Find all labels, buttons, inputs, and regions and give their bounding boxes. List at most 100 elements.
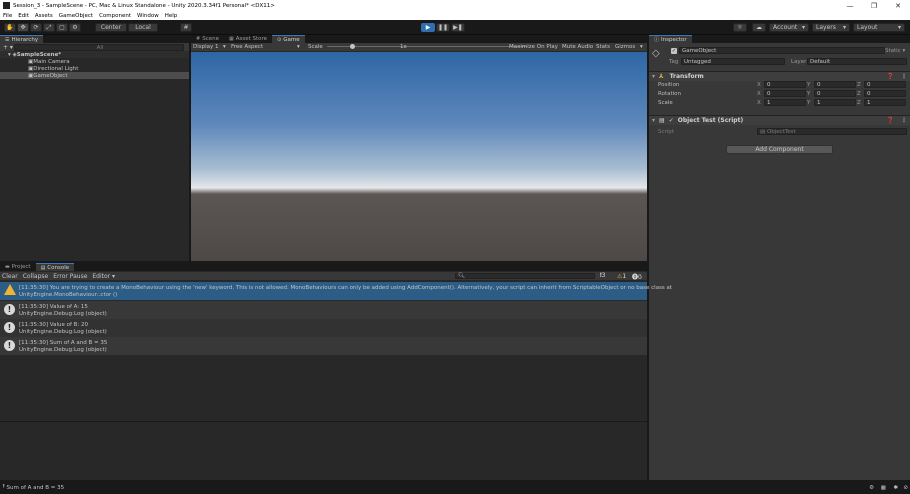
transform-position-z-field[interactable]: 0 xyxy=(864,81,906,88)
move-tool-icon[interactable]: ✥ xyxy=(17,23,29,32)
progress-icon[interactable]: ⚙ xyxy=(869,485,874,491)
transform-rotation-y-field[interactable]: 0 xyxy=(814,90,856,97)
hierarchy-item-label: Directional Light xyxy=(33,65,79,72)
menu-file[interactable]: File xyxy=(3,13,12,19)
scale-tool-icon[interactable]: ⤢ xyxy=(43,23,55,32)
display-dropdown[interactable]: Display 1 xyxy=(193,44,219,50)
transform-position-x-field[interactable]: 0 xyxy=(764,81,806,88)
tag-dropdown[interactable]: Untagged xyxy=(681,58,785,65)
tab-console[interactable]: ▤ Console xyxy=(35,263,75,271)
console-clear-button[interactable]: Clear xyxy=(2,273,18,280)
cache-icon[interactable]: ▦ xyxy=(881,485,886,491)
script-component-header[interactable]: ▾ ▤ ✓ Object Test (Script) ❓ ⋮ xyxy=(649,115,910,125)
layers-dropdown[interactable]: Layers xyxy=(812,23,850,32)
tab-game[interactable]: ⊙ Game xyxy=(272,35,305,43)
console-message-warning[interactable]: [11:35:30] You are trying to create a Mo… xyxy=(0,282,672,300)
gamepad-icon: ⊙ xyxy=(277,36,282,43)
console-message-line1: [11:35:30] Value of B: 20 xyxy=(19,322,89,328)
console-detail-divider[interactable] xyxy=(0,421,647,422)
menu-help[interactable]: Help xyxy=(165,13,178,19)
info-count-icon[interactable]: ❗︎3 xyxy=(600,272,605,280)
play-button[interactable]: ▶ xyxy=(421,23,435,32)
mute-audio-toggle[interactable]: Mute Audio xyxy=(562,44,593,50)
active-checkbox[interactable]: ✓ xyxy=(671,48,677,54)
component-enabled-checkbox[interactable]: ✓ xyxy=(669,117,674,124)
console-error-pause-button[interactable]: Error Pause xyxy=(53,273,87,280)
scene-name: SampleScene* xyxy=(16,51,62,58)
hierarchy-item-main-camera[interactable]: ▣ Main Camera xyxy=(0,58,189,65)
more-options-icon[interactable]: ⋮ xyxy=(901,73,907,80)
more-options-icon[interactable]: ⋮ xyxy=(901,117,907,124)
aspect-dropdown[interactable]: Free Aspect xyxy=(231,44,263,50)
console-message-info[interactable]: ! [11:35:30] Value of A: 15 UnityEngine.D… xyxy=(0,301,647,319)
info-count: 3 xyxy=(601,272,606,279)
transform-rotation-z-field[interactable]: 0 xyxy=(864,90,906,97)
collab-icon[interactable]: ⊘ xyxy=(903,485,908,491)
menu-gameobject[interactable]: GameObject xyxy=(59,13,93,19)
pause-button[interactable]: ❚❚ xyxy=(436,23,450,32)
pivot-center-button[interactable]: Center xyxy=(95,23,127,32)
add-component-button[interactable]: Add Component xyxy=(726,145,833,154)
minimize-button[interactable]: — xyxy=(838,0,862,11)
menu-window[interactable]: Window xyxy=(137,13,159,19)
console-search-input[interactable]: 🔍︎ xyxy=(455,273,595,279)
menu-assets[interactable]: Assets xyxy=(35,13,53,19)
game-viewport[interactable] xyxy=(191,52,647,261)
menu-component[interactable]: Component xyxy=(99,13,131,19)
gizmos-dropdown[interactable]: Gizmos xyxy=(615,44,635,50)
transform-position-y-field[interactable]: 0 xyxy=(814,81,856,88)
layer-dropdown[interactable]: Default xyxy=(807,58,907,65)
stats-toggle[interactable]: Stats xyxy=(596,44,610,50)
rect-tool-icon[interactable]: ▢ xyxy=(56,23,68,32)
transform-tool-icon[interactable]: ⚙ xyxy=(69,23,81,32)
step-button[interactable]: ▶❚ xyxy=(451,23,465,32)
hierarchy-item-gameobject[interactable]: ▣ GameObject xyxy=(0,72,189,79)
grid-snap-icon[interactable]: # xyxy=(180,23,192,32)
tab-inspector[interactable]: ⓘ Inspector xyxy=(649,35,692,43)
transform-scale-y-field[interactable]: 1 xyxy=(814,99,856,106)
help-icon[interactable]: ❓ xyxy=(887,73,894,80)
static-dropdown[interactable]: Static ▾ xyxy=(885,48,905,54)
cloud-icon[interactable]: ☁ xyxy=(752,23,766,32)
transform-scale-x-field[interactable]: 1 xyxy=(764,99,806,106)
restore-button[interactable]: ❐ xyxy=(862,0,886,11)
tab-asset-store[interactable]: ▦ Asset Store xyxy=(224,35,272,43)
scale-slider-track[interactable] xyxy=(327,46,527,47)
object-name-field[interactable]: GameObject xyxy=(679,47,885,54)
hierarchy-add-button[interactable]: + ▾ xyxy=(3,44,13,51)
tab-scene[interactable]: # Scene xyxy=(191,35,224,43)
console-message-info[interactable]: ! [11:35:30] Value of B: 20 UnityEngine.D… xyxy=(0,319,647,337)
transform-header[interactable]: ▾ ⅄ Transform ❓ ⋮ xyxy=(649,71,910,81)
layout-dropdown[interactable]: Layout xyxy=(853,23,905,32)
maximize-on-play-toggle[interactable]: Maximize On Play xyxy=(509,44,558,50)
window-controls: — ❐ ✕ xyxy=(838,0,910,11)
transform-scale-z-field[interactable]: 1 xyxy=(864,99,906,106)
console-message-info[interactable]: ! [11:35:30] Sum of A and B = 35 UnityEng… xyxy=(0,337,647,355)
tab-project[interactable]: ▬ Project xyxy=(0,263,36,271)
account-dropdown[interactable]: Account xyxy=(769,23,809,32)
scale-slider-thumb[interactable] xyxy=(350,44,355,49)
tab-hierarchy[interactable]: ☰ Hierarchy xyxy=(0,35,44,43)
transform-rotation-x-field[interactable]: 0 xyxy=(764,90,806,97)
error-count-icon[interactable]: ⓿0 xyxy=(632,272,642,281)
console-collapse-button[interactable]: Collapse xyxy=(23,273,49,280)
help-icon[interactable]: ❓ xyxy=(887,117,894,124)
pivot-local-button[interactable]: Local xyxy=(128,23,158,32)
hierarchy-search-input[interactable]: All xyxy=(14,44,184,51)
error-count: 0 xyxy=(638,273,642,281)
status-message[interactable]: Sum of A and B = 35 xyxy=(7,485,65,491)
hierarchy-toolbar: + ▾ All xyxy=(0,43,189,51)
collab-history-icon[interactable]: ☼ xyxy=(733,23,747,32)
scene-row[interactable]: ▾ ◈ SampleScene* xyxy=(0,51,189,58)
close-button[interactable]: ✕ xyxy=(886,0,910,11)
console-editor-dropdown[interactable]: Editor ▾ xyxy=(92,273,115,280)
warning-count-icon[interactable]: ⚠1 xyxy=(617,273,626,280)
debug-icon[interactable]: ✱ xyxy=(893,485,898,491)
transform-rotation-label: Rotation xyxy=(658,91,682,97)
rotate-tool-icon[interactable]: ⟳ xyxy=(30,23,42,32)
hand-tool-icon[interactable]: ✋ xyxy=(4,23,16,32)
hierarchy-item-directional-light[interactable]: ▣ Directional Light xyxy=(0,65,189,72)
menu-edit[interactable]: Edit xyxy=(18,13,29,19)
tag-label: Tag xyxy=(669,59,679,65)
main-toolbar: ✋ ✥ ⟳ ⤢ ▢ ⚙ Center Local # ▶ ❚❚ ▶❚ ☼ ☁ A… xyxy=(0,20,910,35)
